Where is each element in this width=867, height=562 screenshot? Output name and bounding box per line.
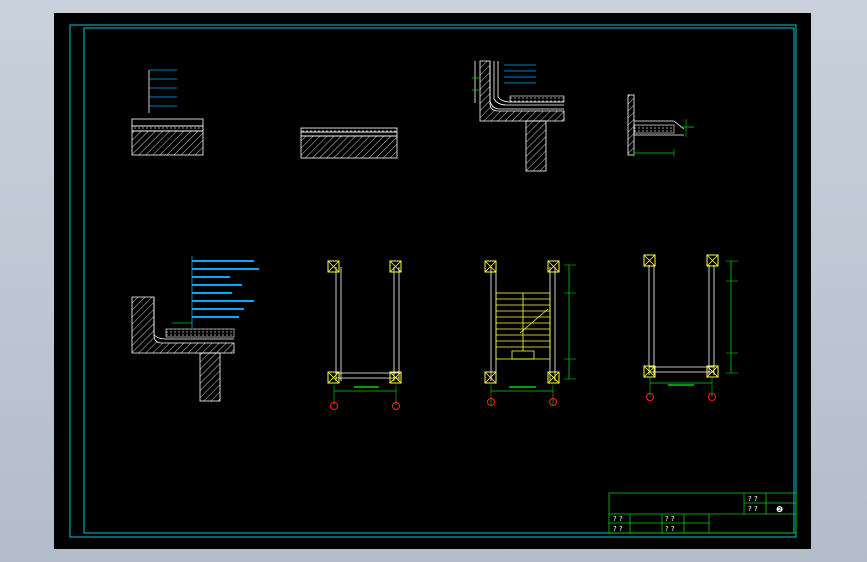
column-marker-icon [643, 365, 656, 378]
notes-list [192, 260, 259, 318]
column-marker-icon [327, 371, 340, 384]
detail-wall-base-5[interactable] [131, 256, 259, 402]
column-marker-icon [547, 260, 560, 273]
cad-drawing-sheet: ? ? ? ? ❷ ? ? ? ? ? ? ? ? [69, 24, 797, 538]
title-cell-e: ? ? [665, 515, 675, 523]
plan-3[interactable] [643, 254, 738, 401]
column-marker-icon [484, 260, 497, 273]
column-marker-icon [389, 260, 402, 273]
title-cell-c: ? ? [613, 515, 623, 523]
cad-viewport[interactable]: ? ? ? ? ❷ ? ? ? ? ? ? ? ? [54, 13, 811, 549]
title-cell-b: ? ? [748, 505, 758, 513]
inner-frame [83, 27, 795, 534]
column-marker-icon [327, 260, 340, 273]
title-mark: ❷ [776, 505, 783, 514]
stair-treads [495, 292, 551, 360]
title-cell-f: ? ? [665, 525, 675, 533]
column-marker-icon [706, 254, 719, 267]
title-cell-a: ? ? [748, 495, 758, 503]
column-marker-icon [643, 254, 656, 267]
plan-1[interactable] [327, 260, 402, 410]
outer-frame [69, 24, 797, 538]
plan-2-stair[interactable] [484, 260, 576, 406]
detail-floor-section-1[interactable] [131, 69, 204, 156]
detail-slab-section-2[interactable] [300, 127, 398, 159]
column-marker-icon [484, 371, 497, 384]
detail-floor-edge-4[interactable] [627, 94, 694, 157]
title-cell-d: ? ? [613, 525, 623, 533]
detail-parapet-3[interactable] [472, 60, 565, 172]
title-block[interactable]: ? ? ? ? ❷ ? ? ? ? ? ? ? ? [608, 492, 797, 534]
